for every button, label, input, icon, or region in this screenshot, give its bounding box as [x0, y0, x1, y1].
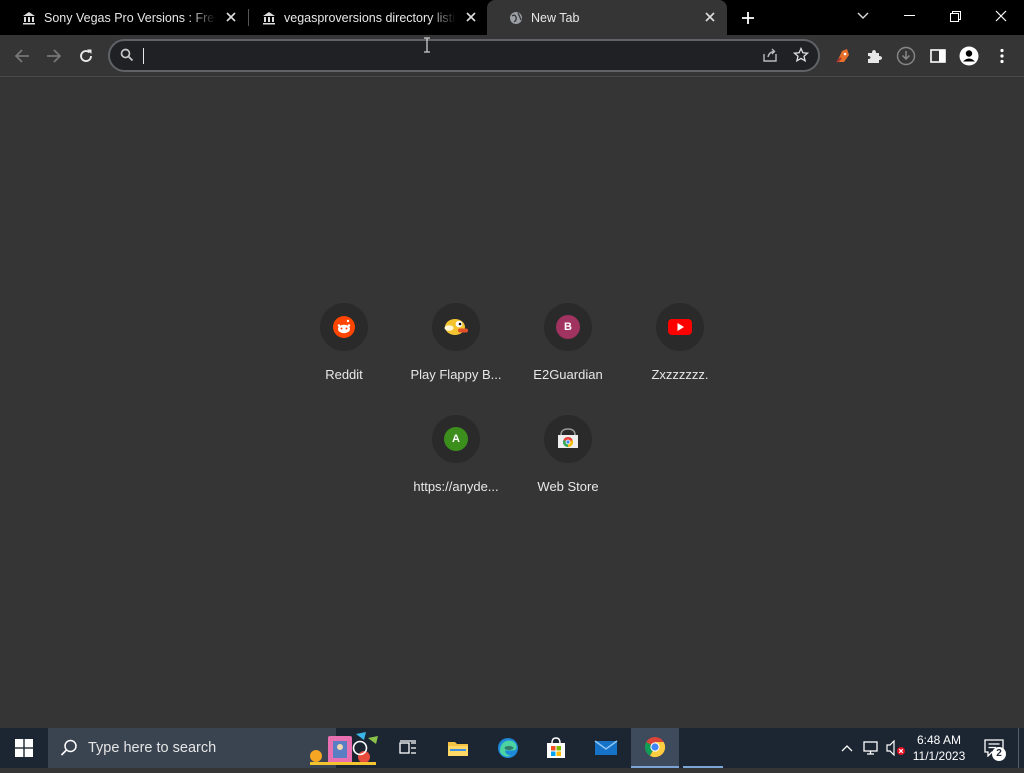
- cortana-button[interactable]: [336, 728, 384, 768]
- action-center-button[interactable]: 2: [980, 728, 1008, 768]
- task-view-icon: [399, 740, 416, 754]
- shortcut-icon-tile: A: [432, 415, 480, 463]
- shortcut-flappy-bird[interactable]: Play Flappy B...: [400, 303, 512, 415]
- address-input[interactable]: [142, 46, 742, 66]
- back-button[interactable]: [10, 44, 34, 68]
- web-store-icon: [558, 428, 578, 448]
- shortcut-label: E2Guardian: [533, 367, 603, 382]
- minimize-button[interactable]: [886, 0, 932, 32]
- side-panel-icon[interactable]: [927, 45, 949, 67]
- globe-icon: [509, 11, 523, 25]
- mail-button[interactable]: [582, 728, 630, 768]
- shortcut-youtube[interactable]: Zxzzzzzz.: [624, 303, 736, 415]
- volume-button[interactable]: [884, 728, 908, 768]
- back-arrow-icon: [14, 49, 29, 63]
- forward-button[interactable]: [42, 44, 66, 68]
- address-bar[interactable]: [108, 39, 820, 72]
- store-bag-icon: [547, 737, 565, 758]
- task-view-button[interactable]: [384, 728, 432, 768]
- shortcut-icon-tile: [320, 303, 368, 351]
- minimize-icon: [903, 15, 915, 16]
- close-icon: [995, 10, 1007, 22]
- close-tab-icon[interactable]: [224, 10, 238, 24]
- clock-time: 6:48 AM: [916, 733, 962, 747]
- letter-a-icon: A: [444, 427, 468, 451]
- taskbar-search-box[interactable]: Type here to search: [48, 728, 378, 768]
- tab-strip: Sony Vegas Pro Versions : Free D vegaspr…: [0, 0, 1024, 35]
- microsoft-store-button[interactable]: [532, 728, 580, 768]
- windows-taskbar: Type here to search 6:48 AM 11/1/2023 2: [0, 728, 1024, 768]
- shortcut-icon-tile: B: [544, 303, 592, 351]
- restore-button[interactable]: [932, 0, 978, 32]
- tab-title: New Tab: [531, 10, 580, 25]
- shortcut-web-store[interactable]: Web Store: [512, 415, 624, 527]
- start-button[interactable]: [0, 728, 48, 768]
- windows-logo-icon: [15, 739, 33, 757]
- new-tab-button[interactable]: [738, 8, 758, 28]
- shortcut-label: https://anyde...: [413, 479, 499, 494]
- network-status-button[interactable]: [860, 728, 882, 768]
- tab-directory-listing[interactable]: vegasproversions directory listin: [240, 0, 488, 35]
- shortcut-label: Zxzzzzzz.: [651, 367, 709, 382]
- archive-icon: [22, 11, 36, 25]
- tab-new-tab[interactable]: New Tab: [487, 0, 727, 35]
- file-explorer-button[interactable]: [434, 728, 482, 768]
- close-window-button[interactable]: [978, 0, 1024, 32]
- chevron-up-icon: [841, 745, 853, 752]
- share-icon[interactable]: [762, 47, 778, 68]
- network-icon: [863, 741, 878, 755]
- folder-icon: [448, 742, 468, 756]
- speaker-muted-icon: [886, 740, 905, 756]
- chevron-down-icon: [857, 12, 869, 19]
- tab-title: Sony Vegas Pro Versions : Free D: [44, 10, 216, 25]
- download-icon[interactable]: [895, 45, 917, 67]
- shortcut-label: Reddit: [325, 367, 363, 382]
- close-tab-icon[interactable]: [464, 10, 478, 24]
- reload-button[interactable]: [74, 44, 98, 68]
- clock-date: 11/1/2023: [912, 749, 966, 763]
- browser-toolbar: [0, 35, 1024, 77]
- tab-search-button[interactable]: [840, 0, 886, 32]
- more-menu-icon[interactable]: [991, 45, 1013, 67]
- search-icon: [120, 48, 134, 67]
- plus-icon: [742, 12, 754, 24]
- edge-icon: [498, 738, 518, 758]
- archive-icon: [262, 11, 276, 25]
- letter-b-icon: B: [556, 315, 580, 339]
- search-placeholder: Type here to search: [88, 740, 217, 756]
- cortana-circle-icon: [352, 740, 368, 756]
- reload-icon: [80, 49, 92, 62]
- tab-title: vegasproversions directory listin: [284, 10, 456, 25]
- shortcut-e2guardian[interactable]: B E2Guardian: [512, 303, 624, 415]
- taskbar-clock[interactable]: 6:48 AM 11/1/2023: [908, 732, 970, 764]
- mouse-ibeam-cursor: [424, 37, 430, 53]
- shortcut-icon-tile: [656, 303, 704, 351]
- shortcut-label: Play Flappy B...: [410, 367, 502, 382]
- shortcut-icon-tile: [544, 415, 592, 463]
- extensions-puzzle-icon[interactable]: [863, 45, 885, 67]
- profile-avatar-icon[interactable]: [958, 45, 980, 67]
- reddit-icon: [333, 316, 355, 338]
- bookmark-star-icon[interactable]: [792, 46, 810, 68]
- shortcut-reddit[interactable]: Reddit: [288, 303, 400, 415]
- shortcut-icon-tile: [432, 303, 480, 351]
- show-desktop-divider[interactable]: [1018, 728, 1019, 768]
- text-caret: [143, 48, 144, 64]
- edge-button[interactable]: [484, 728, 532, 768]
- shortcut-anydesk[interactable]: A https://anyde...: [400, 415, 512, 527]
- restore-icon: [949, 10, 961, 22]
- forward-arrow-icon: [47, 49, 62, 63]
- shortcut-label: Web Store: [537, 479, 599, 494]
- notification-count-badge: 2: [992, 747, 1006, 761]
- mail-icon: [594, 740, 618, 755]
- youtube-icon: [668, 319, 692, 335]
- close-tab-icon[interactable]: [703, 10, 717, 24]
- chrome-taskbar-button[interactable]: [631, 728, 679, 768]
- chrome-icon: [644, 737, 666, 758]
- search-icon: [60, 739, 78, 762]
- flappy-bird-icon: [444, 319, 468, 335]
- show-hidden-icons-button[interactable]: [837, 728, 857, 768]
- extension-fox-icon[interactable]: [832, 45, 854, 67]
- tab-sony-vegas[interactable]: Sony Vegas Pro Versions : Free D: [0, 0, 248, 35]
